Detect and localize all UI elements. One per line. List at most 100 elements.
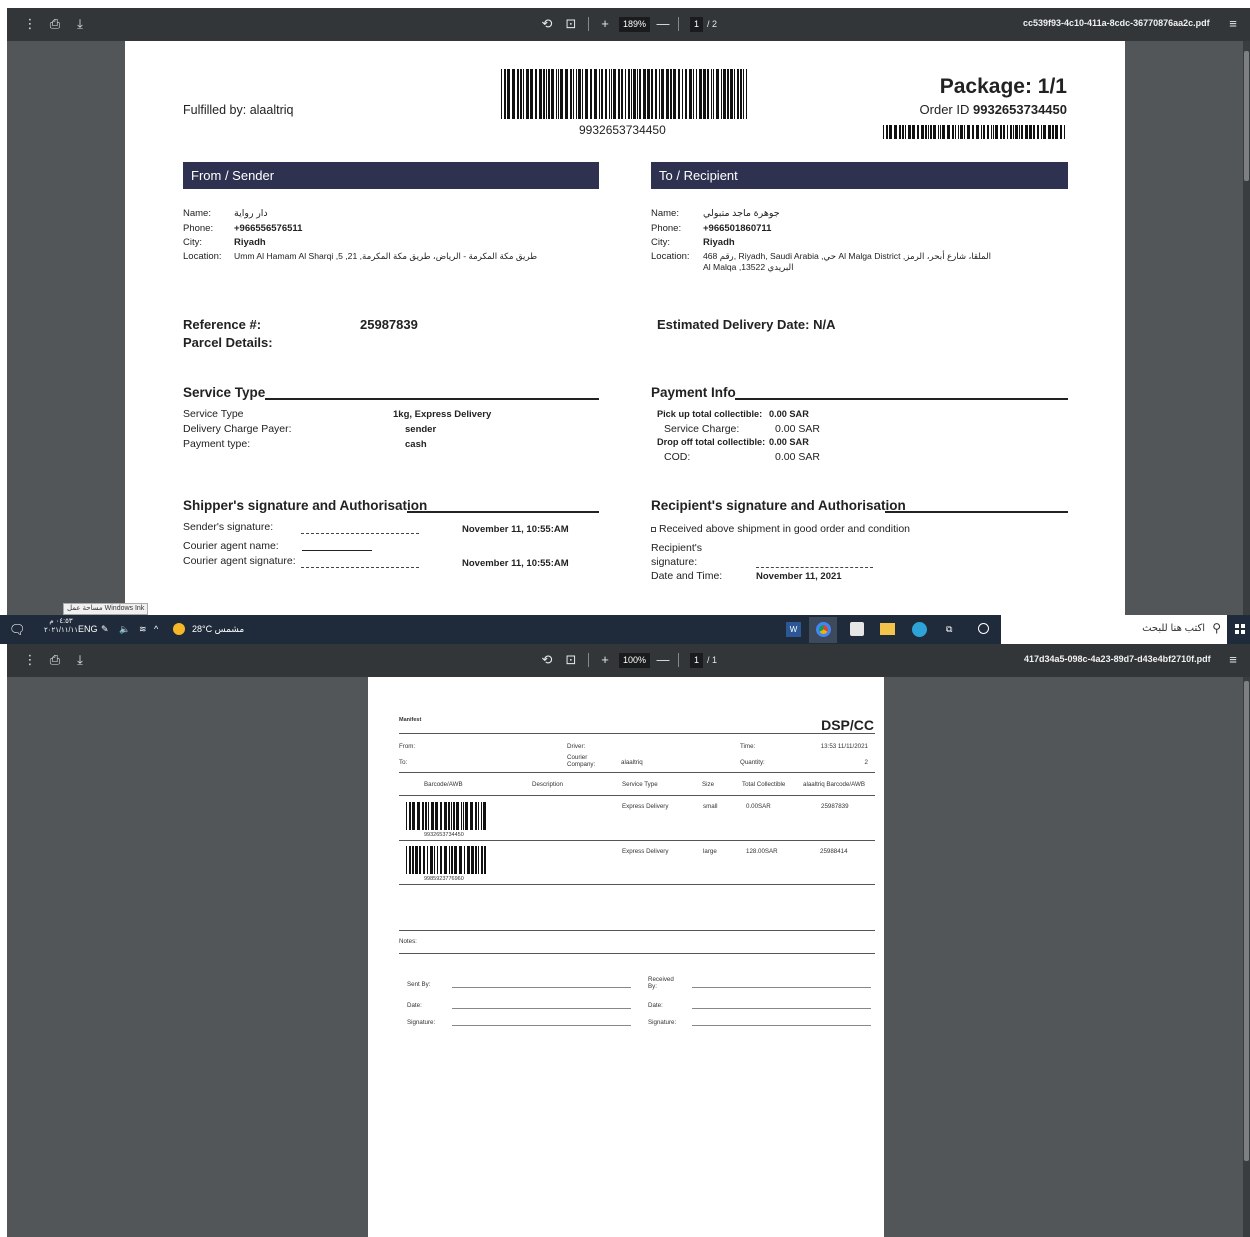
pickup-value: 0.00 SAR xyxy=(769,409,809,419)
recipient-location-line1: رقم 468, Riyadh, Saudi Arabia ,حي Al Mal… xyxy=(703,251,992,261)
search-placeholder: اكتب هنا للبحث xyxy=(1142,623,1205,634)
language-indicator[interactable]: ENG xyxy=(78,621,98,638)
sender-location-label: Location: xyxy=(183,251,222,262)
fulfilled-by: Fulfilled by: alaaltriq xyxy=(183,103,294,117)
row-ref: 25987839 xyxy=(821,803,849,810)
barcode-bar xyxy=(942,125,945,139)
barcode-bar xyxy=(693,69,694,119)
start-icon[interactable] xyxy=(1235,624,1245,634)
page-number-input[interactable]: 1 xyxy=(690,17,704,32)
zoom-out-icon[interactable]: — xyxy=(655,652,671,668)
barcode-bar xyxy=(475,802,477,830)
zoom-out-icon[interactable]: — xyxy=(655,16,671,32)
scrollbar-thumb[interactable] xyxy=(1244,51,1249,181)
download-icon[interactable]: ⤓ xyxy=(72,652,88,668)
courier-signature-date: November 11, 10:55:AM xyxy=(462,558,569,569)
pen-icon[interactable]: ✎ xyxy=(101,621,109,638)
fit-page-icon[interactable]: ⊡ xyxy=(563,652,579,668)
edge-icon[interactable] xyxy=(912,622,927,637)
barcode-bar xyxy=(456,802,459,830)
barcode-bar xyxy=(546,69,547,119)
barcode-bar xyxy=(631,69,632,119)
barcode-bar xyxy=(633,69,636,119)
scrollbar[interactable] xyxy=(1243,41,1250,615)
chevron-up-icon[interactable]: ^ xyxy=(154,621,158,638)
zoom-level[interactable]: 100% xyxy=(619,653,651,668)
search-icon: ⚲ xyxy=(1212,621,1221,635)
print-icon[interactable]: ⎙ xyxy=(47,16,63,32)
clock[interactable]: ٠٤:٥٣ م ٢٠٢١/١١/١١ xyxy=(44,617,78,634)
barcode-bar xyxy=(594,69,597,119)
barcode-bar xyxy=(958,125,959,139)
chrome-icon[interactable] xyxy=(809,617,837,643)
barcode-bar xyxy=(605,69,607,119)
barcode-bar xyxy=(464,846,465,874)
download-icon[interactable]: ⤓ xyxy=(72,16,88,32)
notes-label: Notes: xyxy=(399,938,417,945)
barcode-bar xyxy=(613,69,616,119)
sent-date-label: Date: xyxy=(407,1002,422,1009)
cortana-icon[interactable] xyxy=(978,623,989,634)
order-id-value: 9932653734450 xyxy=(973,102,1067,117)
barcode-bar xyxy=(940,125,941,139)
file-explorer-icon[interactable] xyxy=(880,623,895,635)
recipient-date-value: November 11, 2021 xyxy=(756,571,842,582)
barcode-bar xyxy=(987,125,989,139)
sent-signature-label: Signature: xyxy=(407,1019,436,1026)
scrollbar-thumb[interactable] xyxy=(1244,681,1249,1161)
zoom-in-icon[interactable]: + xyxy=(597,16,613,32)
viewer-toolbar: ⋮ ⎙ ⤓ ⟲ ⊡ + 100% — 1 / 1 417d34a5-098c-4… xyxy=(7,644,1250,677)
barcode-bar xyxy=(415,846,418,874)
recipient-name-label: Name: xyxy=(651,208,679,219)
table-bottom-line xyxy=(399,884,875,885)
barcode-bar xyxy=(886,125,888,139)
rotate-icon[interactable]: ⟲ xyxy=(539,652,555,668)
wifi-icon[interactable]: ≋ xyxy=(139,621,147,638)
sender-name-label: Name: xyxy=(183,208,211,219)
received-date-label: Date: xyxy=(648,1002,663,1009)
barcode-bar xyxy=(1041,125,1042,139)
barcode-bar xyxy=(431,802,434,830)
header-divider xyxy=(399,733,875,734)
barcode-bar xyxy=(601,69,603,119)
barcode-bar xyxy=(539,69,542,119)
received-checkbox[interactable] xyxy=(651,526,656,532)
row-barcode xyxy=(406,802,486,830)
word-icon[interactable]: W xyxy=(786,622,801,637)
sent-signature-line xyxy=(452,1025,631,1026)
kebab-menu-icon[interactable]: ⋮ xyxy=(22,652,38,668)
print-icon[interactable]: ⎙ xyxy=(47,652,63,668)
fit-page-icon[interactable]: ⊡ xyxy=(563,16,579,32)
barcode-bar xyxy=(713,69,714,119)
barcode-bar xyxy=(570,69,572,119)
volume-icon[interactable]: 🔈 xyxy=(119,621,130,638)
store-icon[interactable] xyxy=(850,622,864,636)
outline-menu-icon[interactable]: ≡ xyxy=(1225,652,1241,668)
parcel-details: Parcel Details: xyxy=(183,335,273,350)
package-count: Package: 1/1 xyxy=(939,75,1067,98)
barcode-bar xyxy=(409,802,411,830)
sender-city: Riyadh xyxy=(234,237,266,248)
barcode-bar xyxy=(651,69,653,119)
barcode-bar xyxy=(481,802,482,830)
page-number-input[interactable]: 1 xyxy=(690,653,704,668)
recipient-location-line2: Al Malqa ,13522 البريدي xyxy=(703,262,794,272)
zoom-in-icon[interactable]: + xyxy=(597,652,613,668)
barcode-bar xyxy=(1025,125,1028,139)
kebab-menu-icon[interactable]: ⋮ xyxy=(22,16,38,32)
notifications-icon[interactable]: 🗨 xyxy=(9,621,26,638)
barcode-bar xyxy=(659,69,660,119)
barcode-bar xyxy=(551,69,554,119)
weather-text[interactable]: 28°C مشمس xyxy=(192,621,244,638)
barcode-bar xyxy=(543,69,545,119)
task-view-icon[interactable]: ⧉ xyxy=(946,621,952,638)
barcode-bar xyxy=(609,69,610,119)
scrollbar[interactable] xyxy=(1243,677,1250,1237)
from-sender-header: From / Sender xyxy=(183,162,599,189)
rotate-icon[interactable]: ⟲ xyxy=(539,16,555,32)
taskbar-search-box[interactable]: اكتب هنا للبحث ⚲ xyxy=(1001,615,1227,644)
outline-menu-icon[interactable]: ≡ xyxy=(1225,16,1241,32)
barcode-bar xyxy=(578,69,581,119)
zoom-level[interactable]: 189% xyxy=(619,17,651,32)
manifest-title: Manifest xyxy=(399,717,422,723)
